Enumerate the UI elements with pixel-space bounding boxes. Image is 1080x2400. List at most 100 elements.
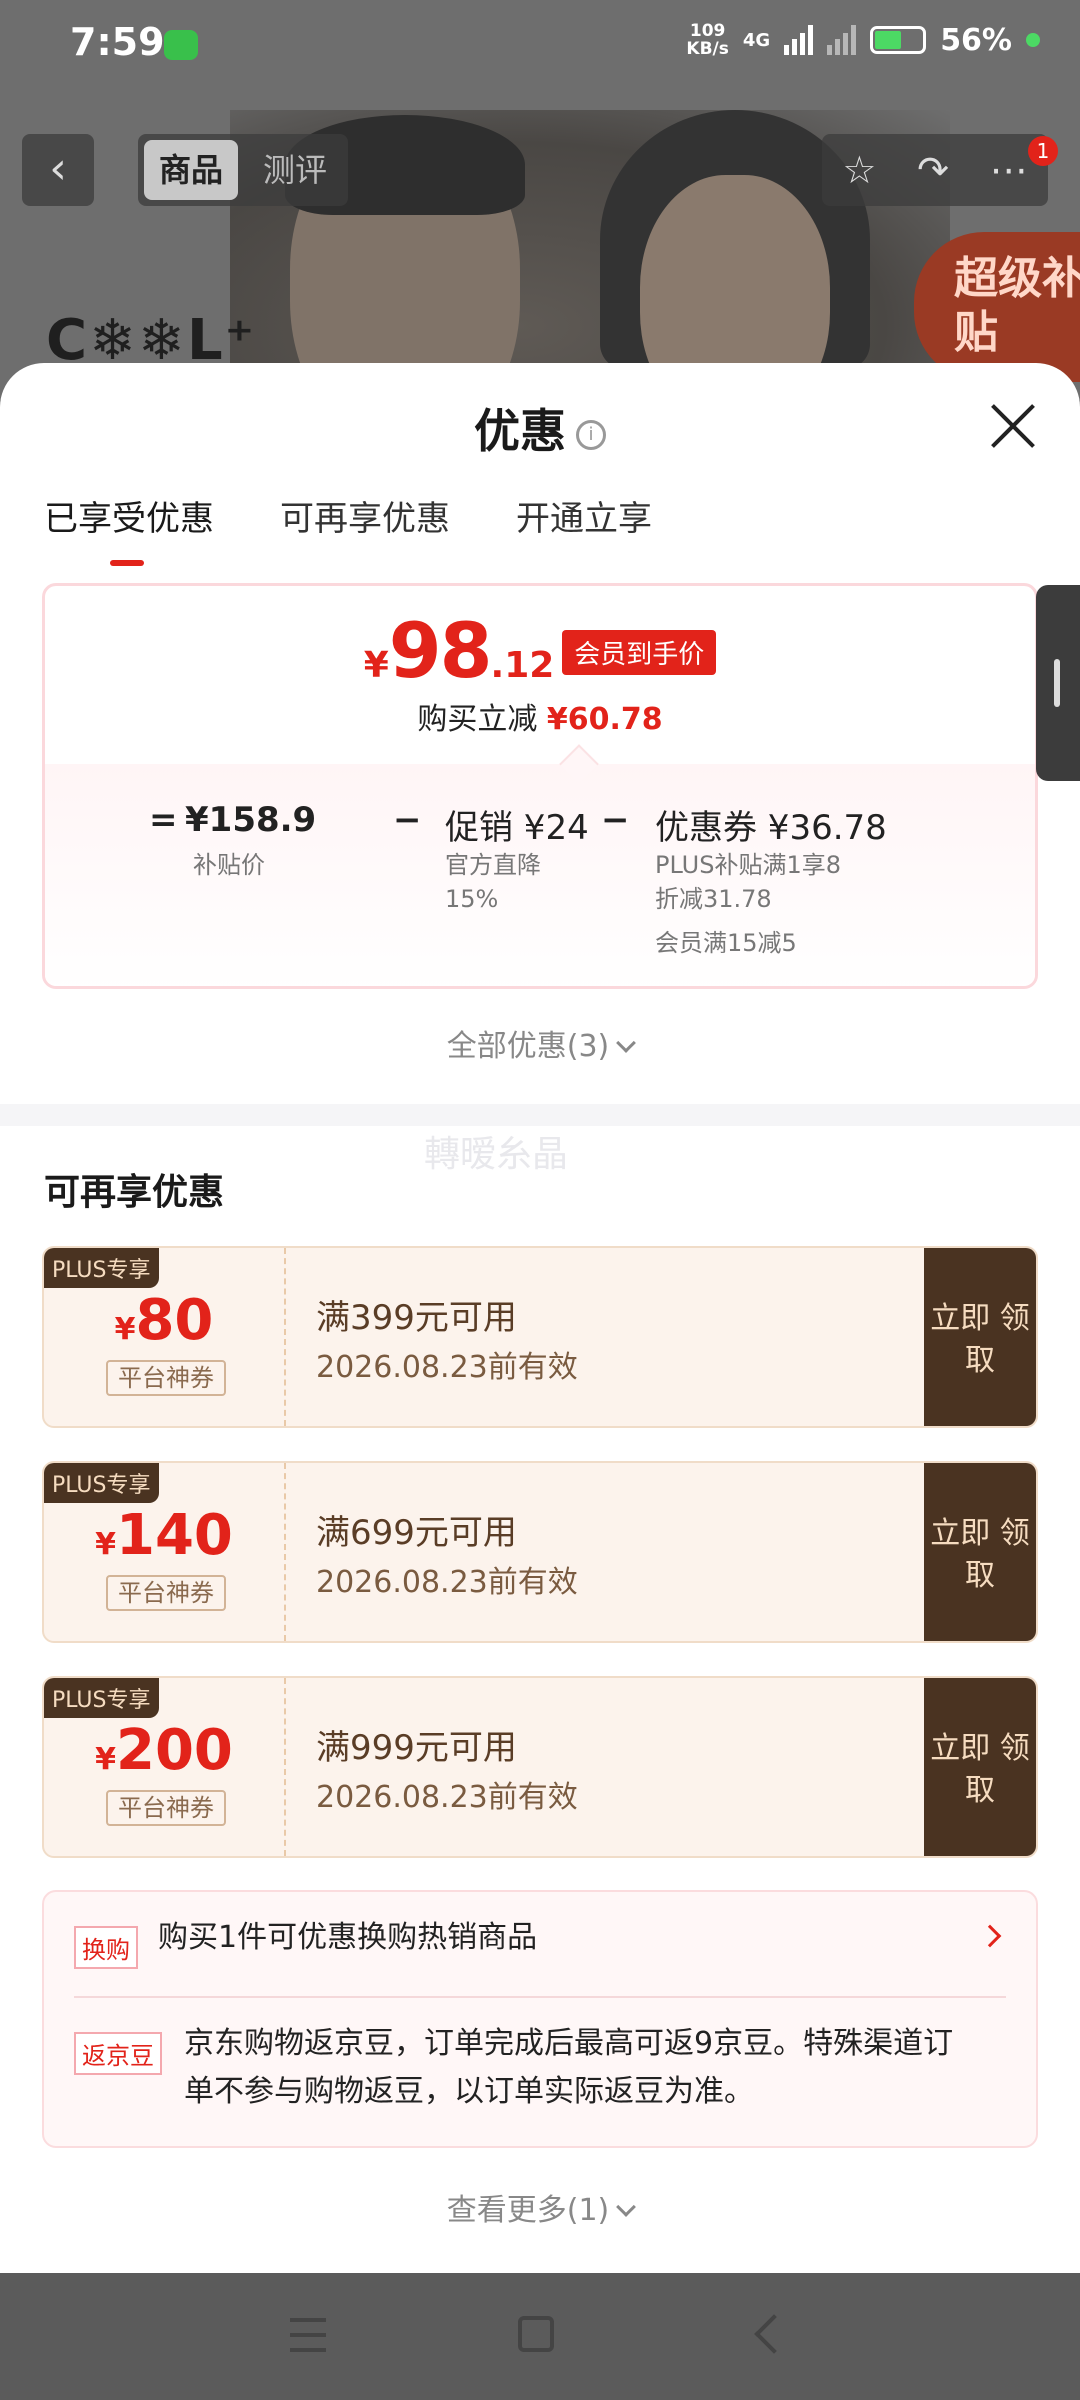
coupon-card: PLUS专享 ¥200 平台神券 满999元可用 2026.08.23前有效 立… bbox=[42, 1676, 1038, 1858]
signal-icon bbox=[784, 25, 814, 55]
see-more-toggle[interactable]: 查看更多(1) bbox=[0, 2185, 1080, 2229]
status-bar: 7:59 109 KB/s 4G 56% bbox=[0, 0, 1080, 90]
coupon-currency: ¥ bbox=[114, 1312, 136, 1347]
row-divider bbox=[74, 1996, 1006, 1998]
status-time: 7:59 bbox=[70, 20, 165, 64]
reduction-label: 购买立减 bbox=[417, 702, 538, 737]
status-icons: 109 KB/s 4G 56% bbox=[686, 22, 1040, 58]
price-summary: ¥98.12 会员到手价 购买立减 ¥60.78 = ¥158.9 补贴价 − 促… bbox=[42, 583, 1038, 989]
notification-badge: 1 bbox=[1028, 136, 1058, 166]
system-nav-bar bbox=[0, 2274, 1080, 2400]
coupon-amount: 140 bbox=[115, 1503, 233, 1568]
info-icon[interactable]: i bbox=[576, 419, 606, 450]
tab-product[interactable]: 商品 bbox=[144, 140, 238, 200]
coupon-type: 平台神券 bbox=[106, 1790, 226, 1826]
trade-in-tag: 换购 bbox=[74, 1926, 138, 1969]
all-offers-toggle[interactable]: 全部优惠(3) bbox=[0, 1021, 1080, 1065]
coupon-amount: 优惠券 ¥36.78 bbox=[655, 808, 887, 848]
coupon-value: ¥200 bbox=[44, 1718, 284, 1783]
jingdou-text-line-2: 单不参与购物返豆，以订单实际返豆为准。 bbox=[184, 2074, 754, 2109]
coupon-desc-3: 会员满15减5 bbox=[655, 929, 797, 957]
sheet-title-text: 优惠 bbox=[474, 404, 566, 458]
coupon-desc-2: 折减31.78 bbox=[655, 885, 772, 913]
coupon-condition: 满999元可用 bbox=[316, 1728, 517, 1768]
coupon-amount: 200 bbox=[115, 1718, 233, 1783]
price-decimal: .12 bbox=[490, 645, 555, 686]
net-speed: 109 KB/s bbox=[686, 22, 728, 58]
coupon-validity: 2026.08.23前有效 bbox=[316, 1350, 578, 1385]
tab-more-offers[interactable]: 可再享优惠 bbox=[280, 491, 450, 566]
coupon-desc-1: PLUS补贴满1享8 bbox=[655, 851, 841, 879]
reduction-value: ¥60.78 bbox=[546, 702, 663, 737]
chevron-right-icon bbox=[978, 1924, 1002, 1948]
tab-review[interactable]: 测评 bbox=[248, 140, 342, 200]
subsidy-price-label: 补贴价 bbox=[193, 851, 265, 879]
net-type: 4G bbox=[742, 29, 771, 51]
plus-exclusive-tag: PLUS专享 bbox=[44, 1463, 159, 1503]
section-divider bbox=[0, 1104, 1080, 1126]
net-speed-value: 109 bbox=[689, 21, 726, 41]
coupon-type: 平台神券 bbox=[106, 1360, 226, 1396]
final-price: ¥98.12 会员到手价 bbox=[45, 606, 1035, 695]
coupon-amount: 80 bbox=[135, 1288, 214, 1353]
perforation bbox=[284, 1463, 286, 1641]
promo-amount: 促销 ¥24 bbox=[445, 808, 589, 848]
extra-offers: 换购 购买1件可优惠换购热销商品 返京豆 京东购物返京豆，订单完成后最高可返9京… bbox=[42, 1890, 1038, 2148]
net-speed-unit: KB/s bbox=[686, 39, 729, 59]
plus-exclusive-tag: PLUS专享 bbox=[44, 1678, 159, 1718]
promo-desc-2: 15% bbox=[445, 885, 499, 913]
coupon-card: PLUS专享 ¥140 平台神券 满699元可用 2026.08.23前有效 立… bbox=[42, 1461, 1038, 1643]
chevron-down-icon bbox=[616, 2197, 637, 2217]
coupon-currency: ¥ bbox=[95, 1527, 116, 1562]
coupon-condition: 满699元可用 bbox=[316, 1513, 517, 1553]
privacy-dot-icon bbox=[1026, 33, 1040, 47]
battery-icon bbox=[870, 26, 927, 54]
sheet-title: 优惠 i bbox=[0, 395, 1080, 461]
wechat-icon bbox=[164, 30, 198, 60]
jingdou-tag: 返京豆 bbox=[74, 2032, 162, 2075]
page-tabs: 商品 测评 bbox=[138, 134, 348, 206]
tab-activate-offers[interactable]: 开通立享 bbox=[516, 491, 652, 566]
back-button[interactable]: ‹ bbox=[22, 134, 94, 206]
all-offers-label: 全部优惠(3) bbox=[446, 1029, 610, 1064]
super-subsidy-badge: 超级补贴 bbox=[914, 232, 1080, 382]
coupon-type: 平台神券 bbox=[106, 1575, 226, 1611]
promo-desc-1: 官方直降 bbox=[445, 851, 541, 879]
trade-in-text: 购买1件可优惠换购热销商品 bbox=[158, 1920, 538, 1955]
tab-enjoyed-offers[interactable]: 已享受优惠 bbox=[44, 491, 214, 566]
minus-sign: − bbox=[601, 800, 630, 840]
watermark: 轉暧糸晶 bbox=[424, 1134, 569, 1175]
chevron-down-icon bbox=[616, 1033, 637, 1053]
close-icon[interactable] bbox=[990, 403, 1036, 449]
claim-button[interactable]: 立即 领取 bbox=[924, 1248, 1036, 1426]
star-icon[interactable]: ☆ bbox=[842, 148, 876, 192]
share-icon[interactable]: ↷ bbox=[917, 148, 949, 192]
coupon-condition: 满399元可用 bbox=[316, 1298, 517, 1338]
battery-percent: 56% bbox=[940, 22, 1012, 58]
perforation bbox=[284, 1248, 286, 1426]
instant-reduction: 购买立减 ¥60.78 bbox=[45, 694, 1035, 738]
coupon-currency: ¥ bbox=[95, 1742, 116, 1777]
see-more-label: 查看更多(1) bbox=[446, 2193, 610, 2228]
equals-sign: = bbox=[149, 800, 178, 840]
more-icon[interactable]: ⋯ bbox=[990, 148, 1028, 192]
minus-sign: − bbox=[393, 800, 422, 840]
price-integer: 98 bbox=[388, 606, 493, 695]
coupon-value: ¥140 bbox=[44, 1503, 284, 1568]
perforation bbox=[284, 1678, 286, 1856]
home-icon[interactable] bbox=[518, 2316, 554, 2352]
claim-button[interactable]: 立即 领取 bbox=[924, 1678, 1036, 1856]
plus-exclusive-tag: PLUS专享 bbox=[44, 1248, 159, 1288]
coupon-validity: 2026.08.23前有效 bbox=[316, 1565, 578, 1600]
jingdou-text-line-1: 京东购物返京豆，订单完成后最高可返9京豆。特殊渠道订 bbox=[184, 2026, 954, 2061]
claim-button[interactable]: 立即 领取 bbox=[924, 1463, 1036, 1641]
more-offers-title: 可再享优惠 bbox=[44, 1172, 225, 1213]
price-currency: ¥ bbox=[363, 645, 389, 686]
recent-apps-icon[interactable] bbox=[290, 2318, 326, 2352]
offers-sheet: 优惠 i 已享受优惠 可再享优惠 开通立享 ¥98.12 会员到手价 购买立减 ¥6… bbox=[0, 363, 1080, 2273]
side-drawer-handle[interactable] bbox=[1036, 585, 1080, 781]
coupon-validity: 2026.08.23前有效 bbox=[316, 1780, 578, 1815]
coupon-value: ¥80 bbox=[44, 1288, 284, 1353]
signal-2-icon bbox=[827, 25, 857, 55]
back-icon[interactable] bbox=[754, 2314, 794, 2354]
